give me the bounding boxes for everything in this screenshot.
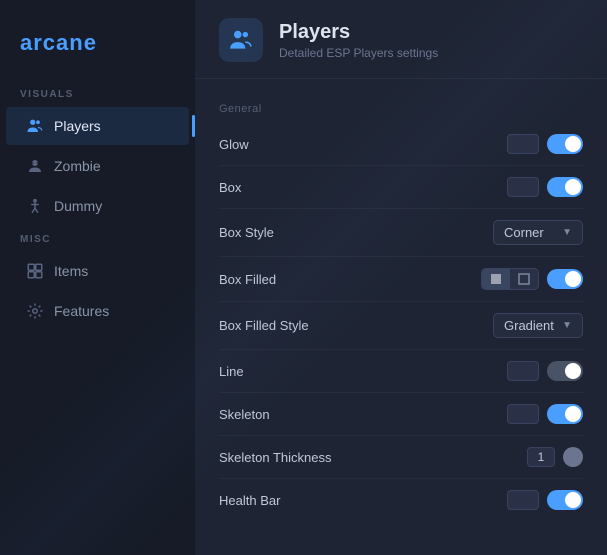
box-filled-style-dropdown[interactable]: Gradient ▼ [493,313,583,338]
page-header: Players Detailed ESP Players settings [195,0,607,79]
features-icon [26,302,44,320]
box-style-dropdown[interactable]: Corner ▼ [493,220,583,245]
skeleton-thickness-controls: 1 [527,447,583,467]
box-filled-group [481,268,539,290]
box-filled-controls [481,268,583,290]
sidebar-item-dummy[interactable]: Dummy [6,187,189,225]
health-bar-toggle[interactable] [547,490,583,510]
players-icon [26,117,44,135]
line-toggle[interactable] [547,361,583,381]
health-bar-row: Health Bar [219,479,583,521]
page-header-text: Players Detailed ESP Players settings [279,21,438,60]
box-filled-label: Box Filled [219,272,276,287]
misc-section-label: MISC [0,226,195,251]
skeleton-thickness-input[interactable]: 1 [527,447,555,467]
page-subtitle: Detailed ESP Players settings [279,46,438,60]
box-filled-toggle[interactable] [547,269,583,289]
box-style-row: Box Style Corner ▼ [219,209,583,257]
sidebar-item-features-label: Features [54,303,109,319]
logo-text: arcane [20,30,97,55]
sidebar-item-items[interactable]: Items [6,252,189,290]
skeleton-row: Skeleton [219,393,583,436]
line-label: Line [219,364,244,379]
box-style-arrow: ▼ [562,227,572,238]
box-filled-row: Box Filled [219,257,583,302]
glow-color-btn[interactable] [507,134,539,154]
visuals-section-label: VISUALS [0,81,195,106]
box-row: Box [219,166,583,209]
header-icon-box [219,18,263,62]
skeleton-color-btn[interactable] [507,404,539,424]
box-style-value: Corner [504,225,544,240]
box-filled-btn-1[interactable] [482,269,510,289]
sidebar-item-zombie-label: Zombie [54,158,101,174]
health-bar-controls [507,490,583,510]
skeleton-controls [507,404,583,424]
box-toggle[interactable] [547,177,583,197]
box-filled-style-row: Box Filled Style Gradient ▼ [219,302,583,350]
glow-toggle[interactable] [547,134,583,154]
settings-content: General Glow Box Box Style Corner ▼ [195,79,607,541]
logo: arcane [0,20,195,81]
sidebar: arcane VISUALS Players Zombie [0,0,195,555]
items-icon [26,262,44,280]
sidebar-item-players[interactable]: Players [6,107,189,145]
skeleton-thickness-dot[interactable] [563,447,583,467]
line-color-btn[interactable] [507,361,539,381]
health-bar-color-btn[interactable] [507,490,539,510]
box-filled-btn-2[interactable] [510,269,538,289]
sidebar-item-players-label: Players [54,118,101,134]
box-color-btn[interactable] [507,177,539,197]
box-filled-style-arrow: ▼ [562,320,572,331]
general-section-label: General [219,103,583,115]
zombie-icon [26,157,44,175]
box-label: Box [219,180,241,195]
glow-controls [507,134,583,154]
glow-label: Glow [219,137,249,152]
box-filled-style-value: Gradient [504,318,554,333]
skeleton-thickness-label: Skeleton Thickness [219,450,332,465]
sidebar-item-items-label: Items [54,263,88,279]
line-row: Line [219,350,583,393]
sidebar-item-features[interactable]: Features [6,292,189,330]
page-title: Players [279,21,438,44]
sidebar-item-dummy-label: Dummy [54,198,102,214]
dummy-icon [26,197,44,215]
skeleton-toggle[interactable] [547,404,583,424]
skeleton-label: Skeleton [219,407,270,422]
sidebar-item-zombie[interactable]: Zombie [6,147,189,185]
skeleton-thickness-row: Skeleton Thickness 1 [219,436,583,479]
box-filled-style-label: Box Filled Style [219,318,309,333]
box-style-label: Box Style [219,225,274,240]
glow-row: Glow [219,123,583,166]
box-controls [507,177,583,197]
main-panel: Players Detailed ESP Players settings Ge… [195,0,607,555]
line-controls [507,361,583,381]
box-filled-style-controls: Gradient ▼ [493,313,583,338]
box-style-controls: Corner ▼ [493,220,583,245]
health-bar-label: Health Bar [219,493,280,508]
